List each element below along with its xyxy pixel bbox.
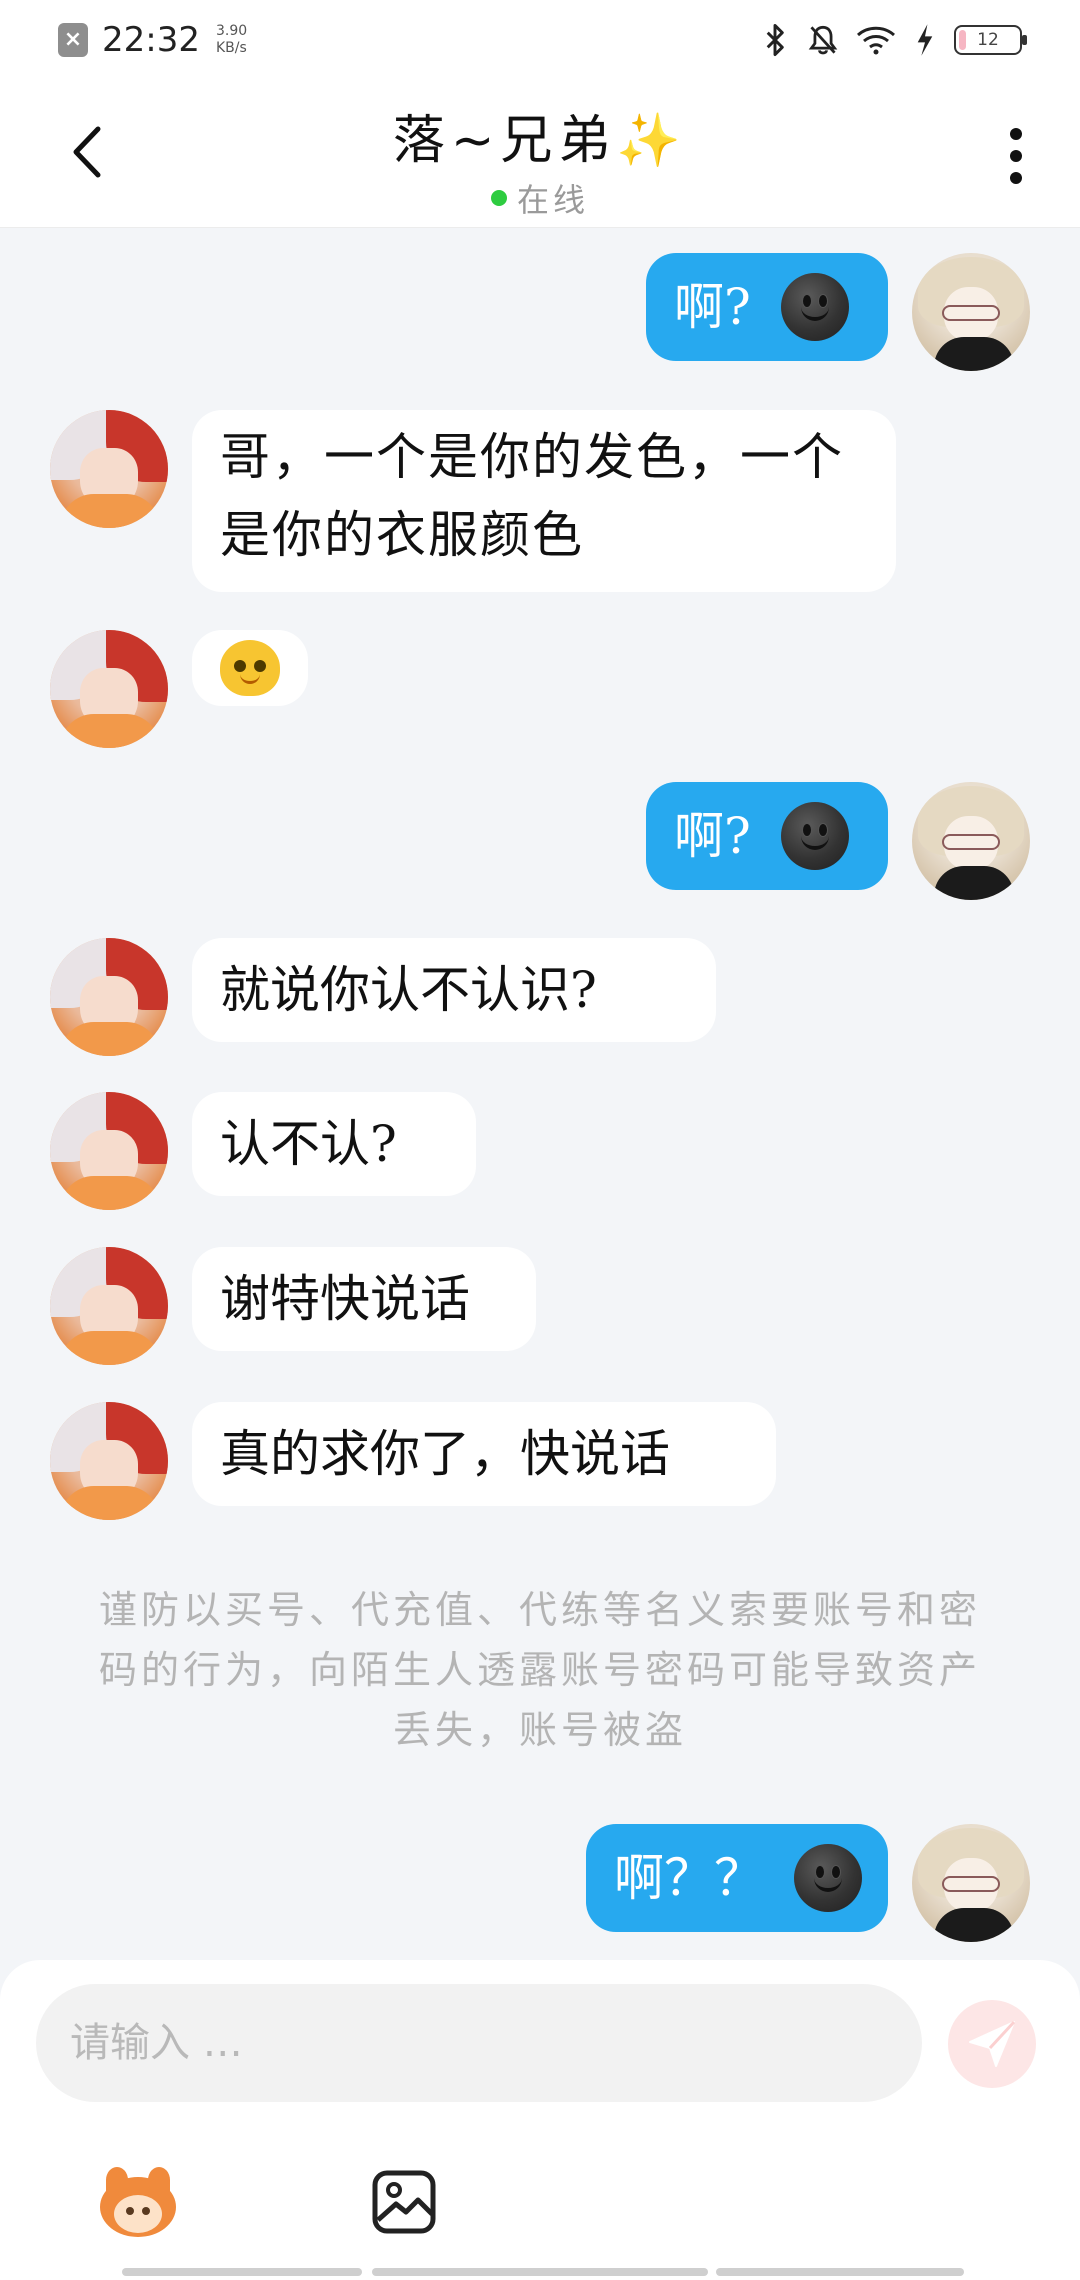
message-text: 啊? bbox=[674, 807, 751, 865]
friend-avatar[interactable] bbox=[50, 1247, 168, 1365]
more-options-button[interactable] bbox=[1004, 128, 1028, 184]
security-notice: 谨防以买号、代充值、代练等名义索要账号和密码的行为，向陌生人透露账号密码可能导致… bbox=[98, 1588, 981, 1752]
battery-fill bbox=[959, 30, 966, 50]
home-indicator-segment bbox=[122, 2268, 362, 2276]
home-indicator-segment bbox=[716, 2268, 964, 2276]
my-avatar[interactable] bbox=[912, 1824, 1030, 1942]
message-bubble-outgoing[interactable]: 啊？？ bbox=[586, 1824, 888, 1932]
bell-muted-icon bbox=[808, 25, 838, 55]
friend-avatar[interactable] bbox=[50, 1402, 168, 1520]
message-text: 谢特快说话 bbox=[220, 1270, 470, 1328]
message-bubble-incoming[interactable]: 就说你认不认识? bbox=[192, 938, 716, 1042]
send-icon bbox=[969, 2020, 1016, 2067]
my-avatar[interactable] bbox=[912, 782, 1030, 900]
status-bar: × 22:32 3.90 KB/s 12 bbox=[0, 0, 1080, 80]
sticker-button[interactable] bbox=[88, 2152, 188, 2252]
send-button[interactable] bbox=[948, 2000, 1036, 2088]
yellow-bird-sticker-icon bbox=[220, 640, 280, 696]
friend-avatar[interactable] bbox=[50, 1092, 168, 1210]
my-avatar[interactable] bbox=[912, 253, 1030, 371]
message-text: 哥，一个是你的发色，一个是你的衣服颜色 bbox=[220, 428, 844, 564]
mascot-sticker-icon bbox=[96, 2167, 180, 2237]
message-list[interactable]: 啊? 哥，一个是你的发色，一个是你的衣服颜色 啊? 就说你认不认识? 认不认? bbox=[0, 230, 1080, 1960]
battery-indicator: 12 bbox=[954, 25, 1027, 55]
message-bubble-incoming[interactable]: 哥，一个是你的发色，一个是你的衣服颜色 bbox=[192, 410, 896, 592]
message-bubble-sticker[interactable] bbox=[192, 630, 308, 706]
message-bubble-incoming[interactable]: 谢特快说话 bbox=[192, 1247, 536, 1351]
network-speed: 3.90 KB/s bbox=[216, 23, 247, 57]
home-indicator-segment bbox=[372, 2268, 708, 2276]
message-text: 真的求你了，快说话 bbox=[220, 1425, 670, 1483]
message-text: 啊? bbox=[674, 278, 751, 336]
chat-header: 落~兄弟✨ 在线 bbox=[0, 80, 1080, 228]
friend-avatar[interactable] bbox=[50, 938, 168, 1056]
notification-close-icon: × bbox=[58, 23, 88, 57]
network-speed-value: 3.90 bbox=[215, 23, 248, 39]
bluetooth-icon bbox=[766, 23, 784, 57]
smiley-emoji-icon bbox=[794, 1844, 862, 1912]
status-time: 22:32 bbox=[102, 20, 200, 60]
composer-panel bbox=[0, 1960, 1080, 2280]
network-speed-unit: KB/s bbox=[215, 40, 247, 56]
image-picker-button[interactable] bbox=[354, 2152, 454, 2252]
message-input[interactable] bbox=[36, 1984, 922, 2102]
message-bubble-incoming[interactable]: 真的求你了，快说话 bbox=[192, 1402, 776, 1506]
online-status: 在线 bbox=[0, 175, 1080, 221]
contact-name: 落~兄弟 bbox=[392, 111, 617, 171]
message-text: 啊？？ bbox=[614, 1849, 764, 1907]
message-bubble-outgoing[interactable]: 啊? bbox=[646, 782, 888, 890]
more-vertical-icon bbox=[1010, 128, 1022, 140]
message-bubble-incoming[interactable]: 认不认? bbox=[192, 1092, 476, 1196]
smiley-emoji-icon bbox=[780, 802, 849, 870]
smiley-emoji-icon bbox=[780, 273, 849, 341]
battery-level: 12 bbox=[977, 30, 999, 50]
friend-avatar[interactable] bbox=[50, 630, 168, 748]
message-text: 认不认? bbox=[220, 1115, 397, 1173]
chat-title: 落~兄弟✨ bbox=[0, 98, 1080, 173]
image-icon bbox=[372, 2170, 436, 2234]
online-status-text: 在线 bbox=[516, 181, 589, 219]
sparkle-emoji: ✨ bbox=[616, 111, 688, 171]
message-text: 就说你认不认识? bbox=[220, 961, 597, 1019]
message-bubble-outgoing[interactable]: 啊? bbox=[646, 253, 888, 361]
wifi-icon bbox=[856, 26, 896, 55]
friend-avatar[interactable] bbox=[50, 410, 168, 528]
online-dot-icon bbox=[490, 190, 507, 206]
charging-icon bbox=[917, 24, 933, 56]
